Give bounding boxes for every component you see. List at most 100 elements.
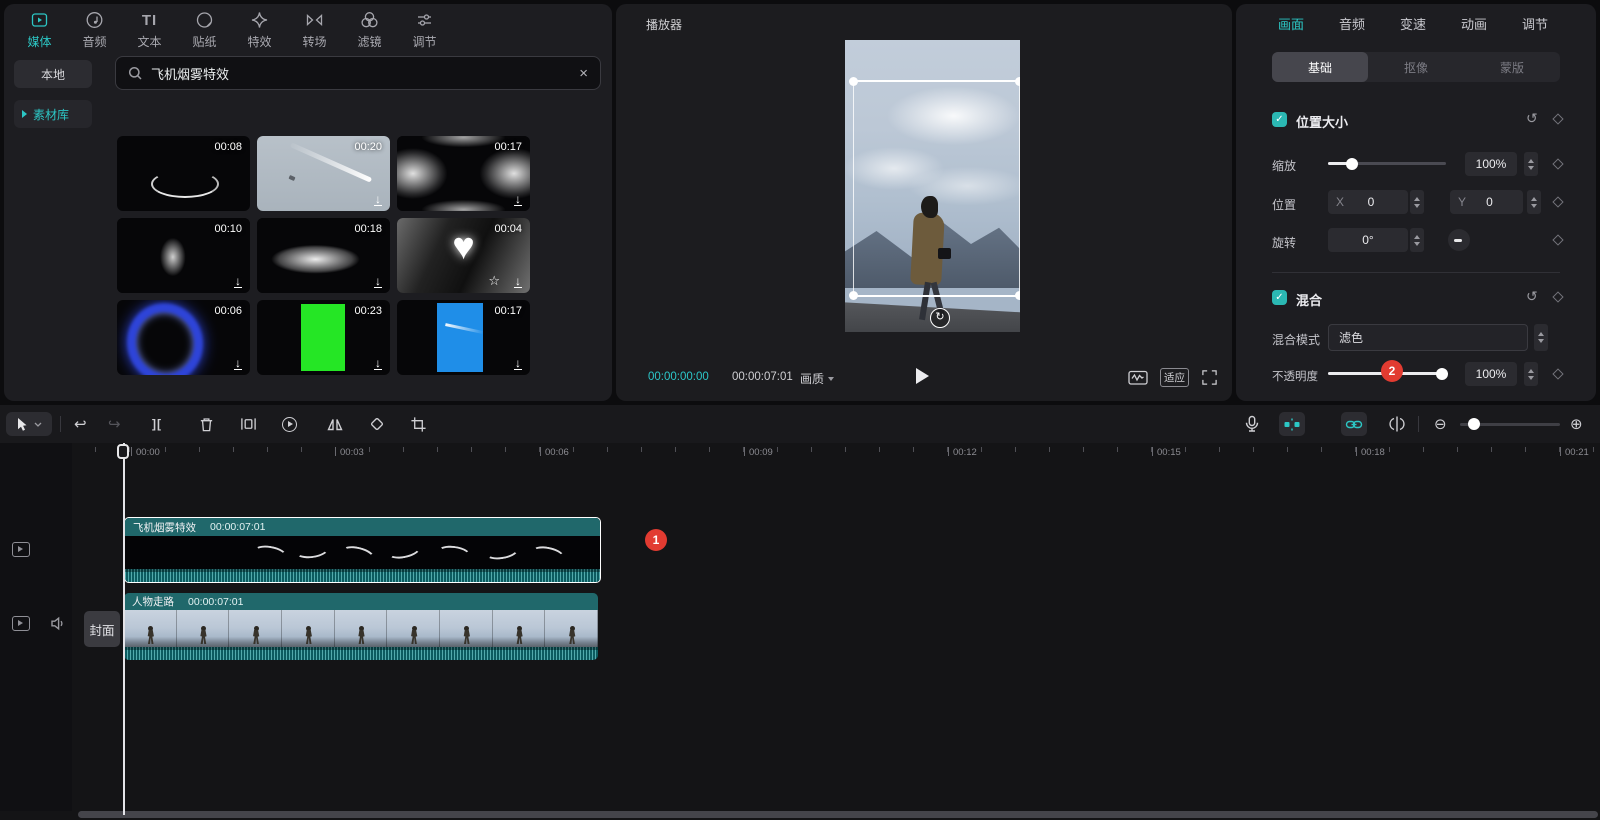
tab-animation[interactable]: 动画 <box>1461 14 1487 33</box>
selection-handle[interactable] <box>1015 291 1020 300</box>
video-canvas[interactable]: ↻ <box>845 40 1020 332</box>
delete-button[interactable] <box>198 405 215 443</box>
library-item[interactable]: 00:18 ↓ <box>257 218 390 293</box>
fit-button[interactable]: 适应 <box>1160 368 1189 387</box>
mute-track-button[interactable] <box>50 615 67 637</box>
rotate-handle-icon[interactable]: ↻ <box>930 308 950 328</box>
blend-checkbox[interactable]: ✓ <box>1272 290 1287 305</box>
toolbar-item-filter[interactable]: 滤镜 <box>342 4 397 56</box>
zoom-out-button[interactable]: ⊖ <box>1434 405 1447 443</box>
tab-picture[interactable]: 画面 <box>1278 14 1304 33</box>
split-button[interactable]: ][ <box>152 405 162 443</box>
position-x-stepper[interactable] <box>1410 190 1424 214</box>
scale-stepper[interactable] <box>1524 152 1538 176</box>
speed-button[interactable] <box>282 405 297 443</box>
keyframe-diamond-icon[interactable] <box>1552 234 1563 245</box>
keyframe-diamond-icon[interactable] <box>1552 368 1563 379</box>
selection-handle[interactable] <box>849 291 858 300</box>
rotation-dial[interactable] <box>1448 229 1470 251</box>
library-item[interactable]: 00:23 ↓ <box>257 300 390 375</box>
star-icon[interactable]: ☆ <box>488 273 500 289</box>
library-item[interactable]: 00:04 ☆ ↓ <box>397 218 530 293</box>
tab-speed[interactable]: 变速 <box>1400 14 1426 33</box>
library-item[interactable]: 00:17 ↓ <box>397 300 530 375</box>
position-size-checkbox[interactable]: ✓ <box>1272 112 1287 127</box>
keyframe-diamond-icon[interactable] <box>1552 196 1563 207</box>
rotate-button[interactable] <box>368 405 386 443</box>
auto-snap-toggle[interactable] <box>1279 412 1305 436</box>
track-visibility-icon[interactable] <box>12 542 30 557</box>
opacity-stepper[interactable] <box>1524 362 1538 386</box>
quality-dropdown[interactable]: 画质 <box>800 370 834 387</box>
playhead-handle[interactable] <box>117 444 129 459</box>
keyframe-diamond-icon[interactable] <box>1552 158 1563 169</box>
opacity-slider-knob[interactable] <box>1436 368 1448 380</box>
toolbar-item-transition[interactable]: 转场 <box>287 4 342 56</box>
sidebar-item-local[interactable]: 本地 <box>14 60 92 88</box>
toolbar-item-media[interactable]: 媒体 <box>12 4 67 56</box>
rotation-stepper[interactable] <box>1410 228 1424 252</box>
play-button[interactable] <box>916 368 929 384</box>
library-item[interactable]: 00:10 ↓ <box>117 218 250 293</box>
timeline-clip-video[interactable]: 人物走路 00:00:07:01 <box>124 593 598 660</box>
preview-axis-button[interactable] <box>1388 405 1406 443</box>
reset-icon[interactable]: ↺ <box>1526 288 1538 305</box>
horizontal-scrollbar[interactable] <box>78 811 1598 818</box>
subtab-basic[interactable]: 基础 <box>1272 52 1368 82</box>
keyframe-diamond-icon[interactable] <box>1552 113 1563 124</box>
cover-button[interactable]: 封面 <box>84 611 120 647</box>
toolbar-item-audio[interactable]: 音频 <box>67 4 122 56</box>
clear-search-icon[interactable]: × <box>579 65 588 82</box>
toolbar-item-sticker[interactable]: 贴纸 <box>177 4 232 56</box>
selection-handle[interactable] <box>849 77 858 86</box>
library-item[interactable]: 00:20 ↓ <box>257 136 390 211</box>
mirror-button[interactable] <box>326 405 344 443</box>
search-input[interactable]: 飞机烟雾特效 × <box>115 56 601 90</box>
sidebar-item-library[interactable]: 素材库 <box>14 100 92 128</box>
download-icon[interactable]: ↓ <box>374 194 382 206</box>
download-icon[interactable]: ↓ <box>374 358 382 370</box>
scale-value[interactable]: 100% <box>1465 152 1517 176</box>
download-icon[interactable]: ↓ <box>234 358 242 370</box>
library-item[interactable]: 00:06 ↓ <box>117 300 250 375</box>
library-item[interactable]: 00:08 <box>117 136 250 211</box>
undo-button[interactable]: ↩ <box>74 405 87 443</box>
scale-slider-knob[interactable] <box>1346 158 1358 170</box>
blend-mode-dropdown[interactable]: 滤色 <box>1328 324 1528 351</box>
opacity-value[interactable]: 100% <box>1465 362 1517 386</box>
download-icon[interactable]: ↓ <box>514 276 522 288</box>
redo-button[interactable]: ↪ <box>108 405 121 443</box>
toolbar-item-adjust[interactable]: 调节 <box>397 4 452 56</box>
position-y-stepper[interactable] <box>1527 190 1541 214</box>
download-icon[interactable]: ↓ <box>514 194 522 206</box>
crop-button[interactable] <box>410 405 427 443</box>
select-tool-button[interactable] <box>6 412 52 436</box>
library-item[interactable]: 00:17 ↓ <box>397 136 530 211</box>
zoom-in-button[interactable]: ⊕ <box>1570 405 1583 443</box>
blend-mode-stepper[interactable] <box>1534 324 1548 351</box>
selection-handle[interactable] <box>1015 77 1020 86</box>
scale-slider[interactable] <box>1328 162 1446 165</box>
keyframe-diamond-icon[interactable] <box>1552 291 1563 302</box>
selection-box[interactable] <box>853 80 1020 297</box>
reset-icon[interactable]: ↺ <box>1526 110 1538 127</box>
record-voiceover-button[interactable] <box>1243 405 1261 443</box>
freeze-frame-button[interactable] <box>240 405 257 443</box>
rotation-value[interactable]: 0° <box>1328 228 1408 252</box>
position-y-field[interactable]: Y0 <box>1450 190 1523 214</box>
link-preview-toggle[interactable] <box>1341 412 1367 436</box>
time-ruler[interactable]: 00:00 00:03 00:06 00:09 00:12 00:15 00:1… <box>0 443 1600 461</box>
tab-audio[interactable]: 音频 <box>1339 14 1365 33</box>
position-x-field[interactable]: X0 <box>1328 190 1408 214</box>
fullscreen-icon[interactable] <box>1201 369 1218 386</box>
toolbar-item-effects[interactable]: 特效 <box>232 4 287 56</box>
timeline-zoom-slider[interactable] <box>1460 423 1560 426</box>
toolbar-item-text[interactable]: TI 文本 <box>122 4 177 56</box>
subtab-mask[interactable]: 蒙版 <box>1464 52 1560 82</box>
waveform-preview-icon[interactable] <box>1128 369 1148 386</box>
zoom-slider-knob[interactable] <box>1468 418 1480 430</box>
timeline-clip-effect[interactable]: 飞机烟雾特效 00:00:07:01 <box>124 517 601 583</box>
download-icon[interactable]: ↓ <box>234 276 242 288</box>
tab-adjust[interactable]: 调节 <box>1522 14 1548 33</box>
download-icon[interactable]: ↓ <box>374 276 382 288</box>
